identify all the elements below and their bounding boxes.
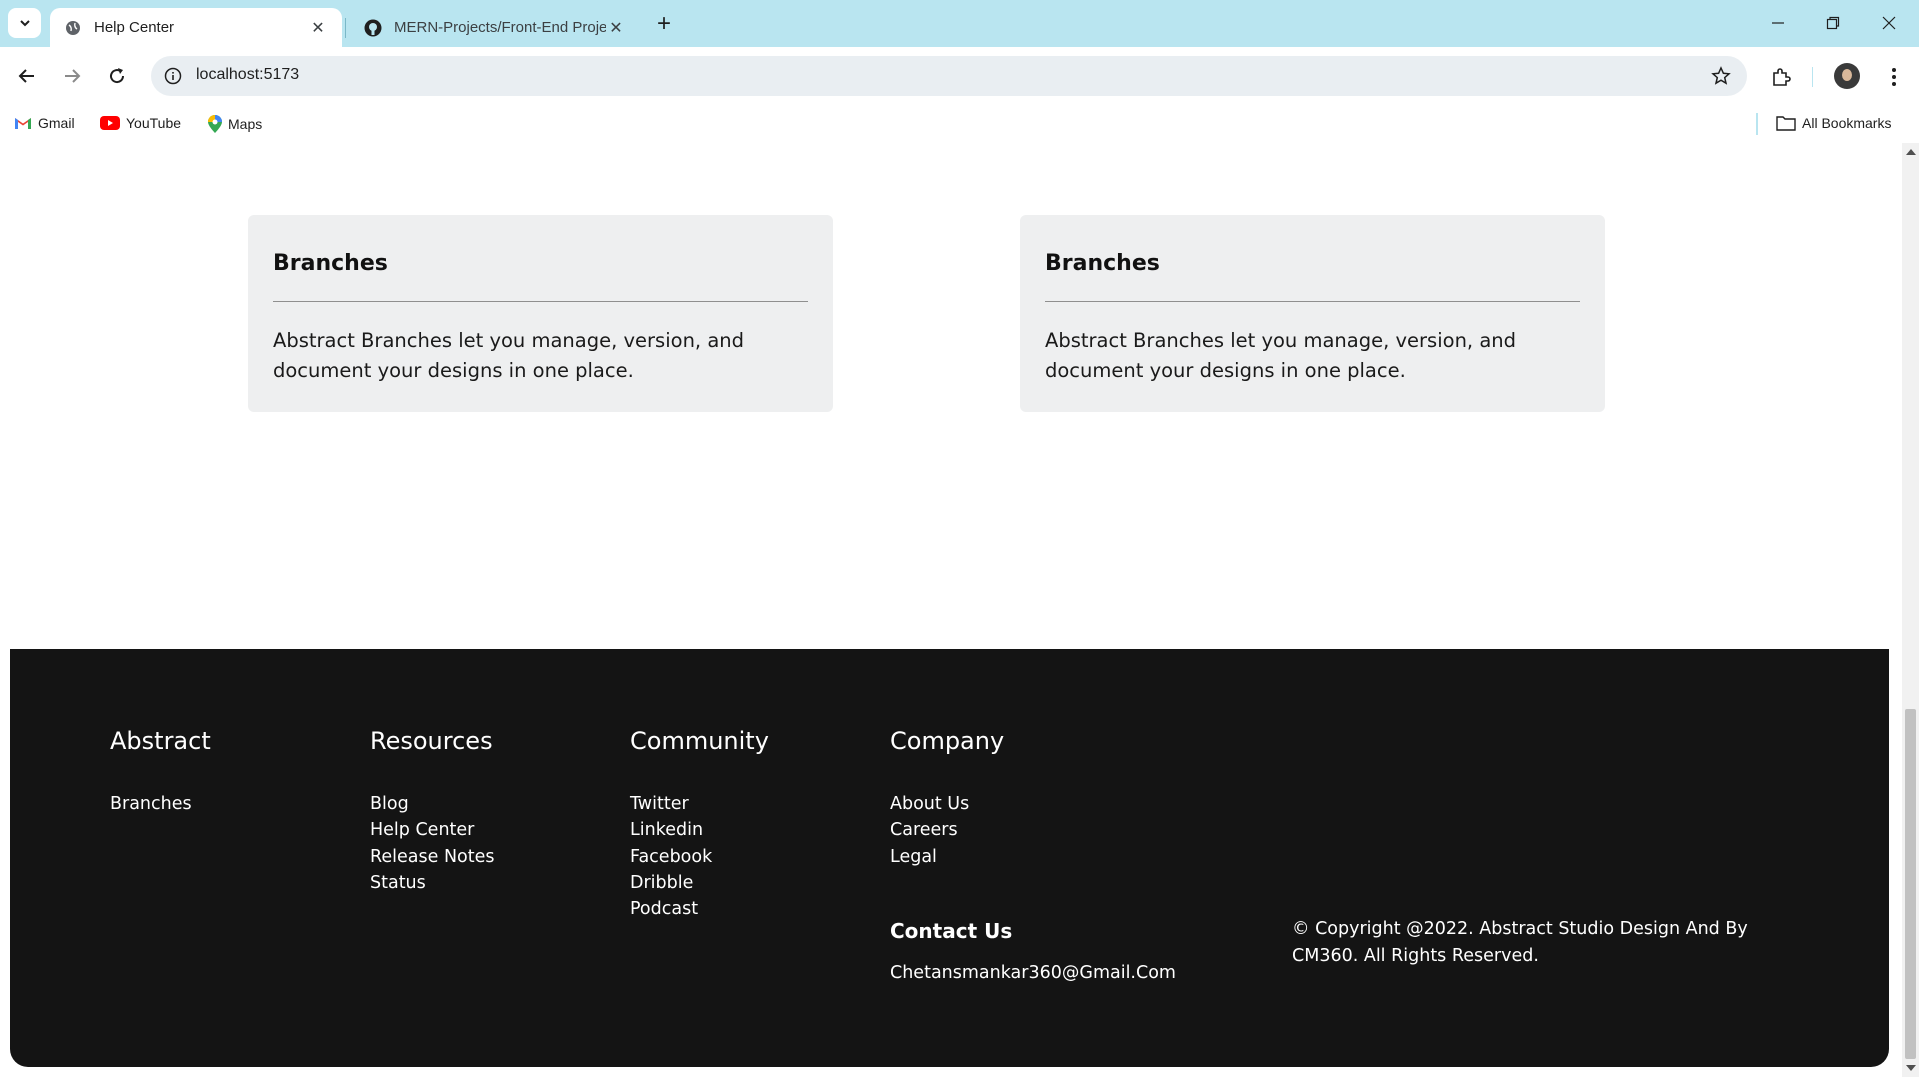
extensions-icon[interactable] bbox=[1765, 61, 1797, 93]
card-divider bbox=[273, 301, 808, 302]
card-text: Abstract Branches let you manage, versio… bbox=[273, 329, 745, 382]
close-tab-icon[interactable]: ✕ bbox=[606, 18, 626, 38]
browser-toolbar: localhost:5173 bbox=[0, 47, 1919, 107]
all-bookmarks-button[interactable]: All Bookmarks bbox=[1776, 115, 1891, 131]
tab-help-center[interactable]: Help Center ✕ bbox=[50, 8, 342, 47]
address-bar[interactable]: localhost:5173 bbox=[151, 56, 1747, 96]
copyright-text: © Copyright @2022. Abstract Studio Desig… bbox=[1292, 919, 1748, 966]
footer-link-blog[interactable]: Blog bbox=[370, 791, 494, 817]
card-divider bbox=[1045, 301, 1580, 302]
youtube-icon bbox=[100, 116, 120, 130]
tab-search-button[interactable] bbox=[8, 8, 41, 38]
close-window-icon[interactable] bbox=[1862, 8, 1916, 38]
bookmark-star-icon[interactable] bbox=[1709, 64, 1733, 88]
page-scrollbar[interactable] bbox=[1902, 143, 1919, 1077]
tab-divider bbox=[345, 18, 346, 38]
footer-link-twitter[interactable]: Twitter bbox=[630, 791, 769, 817]
footer-link-branches[interactable]: Branches bbox=[110, 791, 211, 817]
tab-title: MERN-Projects/Front-End Proje bbox=[394, 19, 606, 36]
footer-heading: Abstract bbox=[110, 727, 211, 755]
footer-link-linkedin[interactable]: Linkedin bbox=[630, 817, 769, 843]
new-tab-icon[interactable]: + bbox=[650, 10, 678, 38]
bookmark-youtube[interactable]: YouTube bbox=[100, 115, 181, 131]
all-bookmarks-label: All Bookmarks bbox=[1802, 115, 1892, 131]
gmail-icon bbox=[15, 118, 31, 129]
reload-icon[interactable] bbox=[100, 59, 134, 93]
bookmark-label: YouTube bbox=[126, 115, 182, 131]
footer-column-abstract: Abstract Branches bbox=[110, 727, 211, 817]
bookmark-gmail[interactable]: Gmail bbox=[14, 115, 75, 131]
footer-link-careers[interactable]: Careers bbox=[890, 817, 1004, 843]
feature-card: Branches Abstract Branches let you manag… bbox=[248, 215, 833, 412]
forward-icon[interactable] bbox=[55, 59, 89, 93]
page-content: Branches Abstract Branches let you manag… bbox=[0, 143, 1902, 1077]
card-text: Abstract Branches let you manage, versio… bbox=[1045, 329, 1517, 382]
bookmark-maps[interactable]: Maps bbox=[208, 115, 262, 133]
avatar-face bbox=[1842, 69, 1852, 81]
footer-link-status[interactable]: Status bbox=[370, 870, 494, 896]
more-menu-icon[interactable] bbox=[1880, 61, 1908, 93]
bookmarks-divider bbox=[1756, 113, 1758, 135]
footer-link-about-us[interactable]: About Us bbox=[890, 791, 1004, 817]
footer-link-dribble[interactable]: Dribble bbox=[630, 870, 769, 896]
contact-email-link[interactable]: Chetansmankar360@Gmail.Com bbox=[890, 963, 1176, 983]
footer-link-help-center[interactable]: Help Center bbox=[370, 817, 494, 843]
profile-avatar[interactable] bbox=[1834, 63, 1860, 89]
github-icon bbox=[364, 19, 382, 37]
bookmark-label: Maps bbox=[228, 116, 263, 132]
folder-icon bbox=[1776, 116, 1796, 131]
footer-column-company: Company About Us Careers Legal bbox=[890, 727, 1004, 870]
back-icon[interactable] bbox=[10, 59, 44, 93]
minimize-icon[interactable] bbox=[1751, 8, 1805, 38]
url-text: localhost:5173 bbox=[196, 66, 300, 83]
bookmarks-bar: Gmail YouTube Maps All Bookmarks bbox=[0, 107, 1919, 143]
footer-column-resources: Resources Blog Help Center Release Notes… bbox=[370, 727, 494, 896]
contact-heading: Contact Us bbox=[890, 919, 1013, 943]
tab-mern-projects[interactable]: MERN-Projects/Front-End Proje ✕ bbox=[350, 8, 640, 47]
footer-column-community: Community Twitter Linkedin Facebook Drib… bbox=[630, 727, 769, 922]
footer-contact: Contact Us Chetansmankar360@Gmail.Com bbox=[890, 919, 1176, 983]
footer-link-legal[interactable]: Legal bbox=[890, 844, 1004, 870]
globe-icon bbox=[64, 19, 82, 37]
footer-heading: Resources bbox=[370, 727, 493, 755]
tab-title: Help Center bbox=[94, 19, 175, 36]
card-title: Branches bbox=[273, 251, 388, 276]
footer-heading: Community bbox=[630, 727, 769, 755]
close-tab-icon[interactable]: ✕ bbox=[308, 18, 328, 38]
card-title: Branches bbox=[1045, 251, 1160, 276]
site-info-icon[interactable] bbox=[161, 64, 185, 88]
restore-icon[interactable] bbox=[1806, 8, 1860, 38]
site-footer: Abstract Branches Resources Blog Help Ce… bbox=[10, 649, 1889, 1067]
scrollbar-thumb[interactable] bbox=[1905, 709, 1916, 1059]
footer-link-release-notes[interactable]: Release Notes bbox=[370, 844, 494, 870]
bookmark-label: Gmail bbox=[38, 115, 75, 131]
maps-pin-icon bbox=[208, 115, 222, 133]
scroll-down-arrow-icon[interactable] bbox=[1906, 1065, 1916, 1071]
chevron-down-icon bbox=[19, 20, 30, 27]
feature-card: Branches Abstract Branches let you manag… bbox=[1020, 215, 1605, 412]
footer-heading: Company bbox=[890, 727, 1005, 755]
footer-link-facebook[interactable]: Facebook bbox=[630, 844, 769, 870]
browser-tab-strip: Help Center ✕ MERN-Projects/Front-End Pr… bbox=[0, 0, 1919, 47]
scroll-up-arrow-icon[interactable] bbox=[1906, 149, 1916, 155]
footer-link-podcast[interactable]: Podcast bbox=[630, 896, 769, 922]
toolbar-divider bbox=[1812, 67, 1813, 87]
